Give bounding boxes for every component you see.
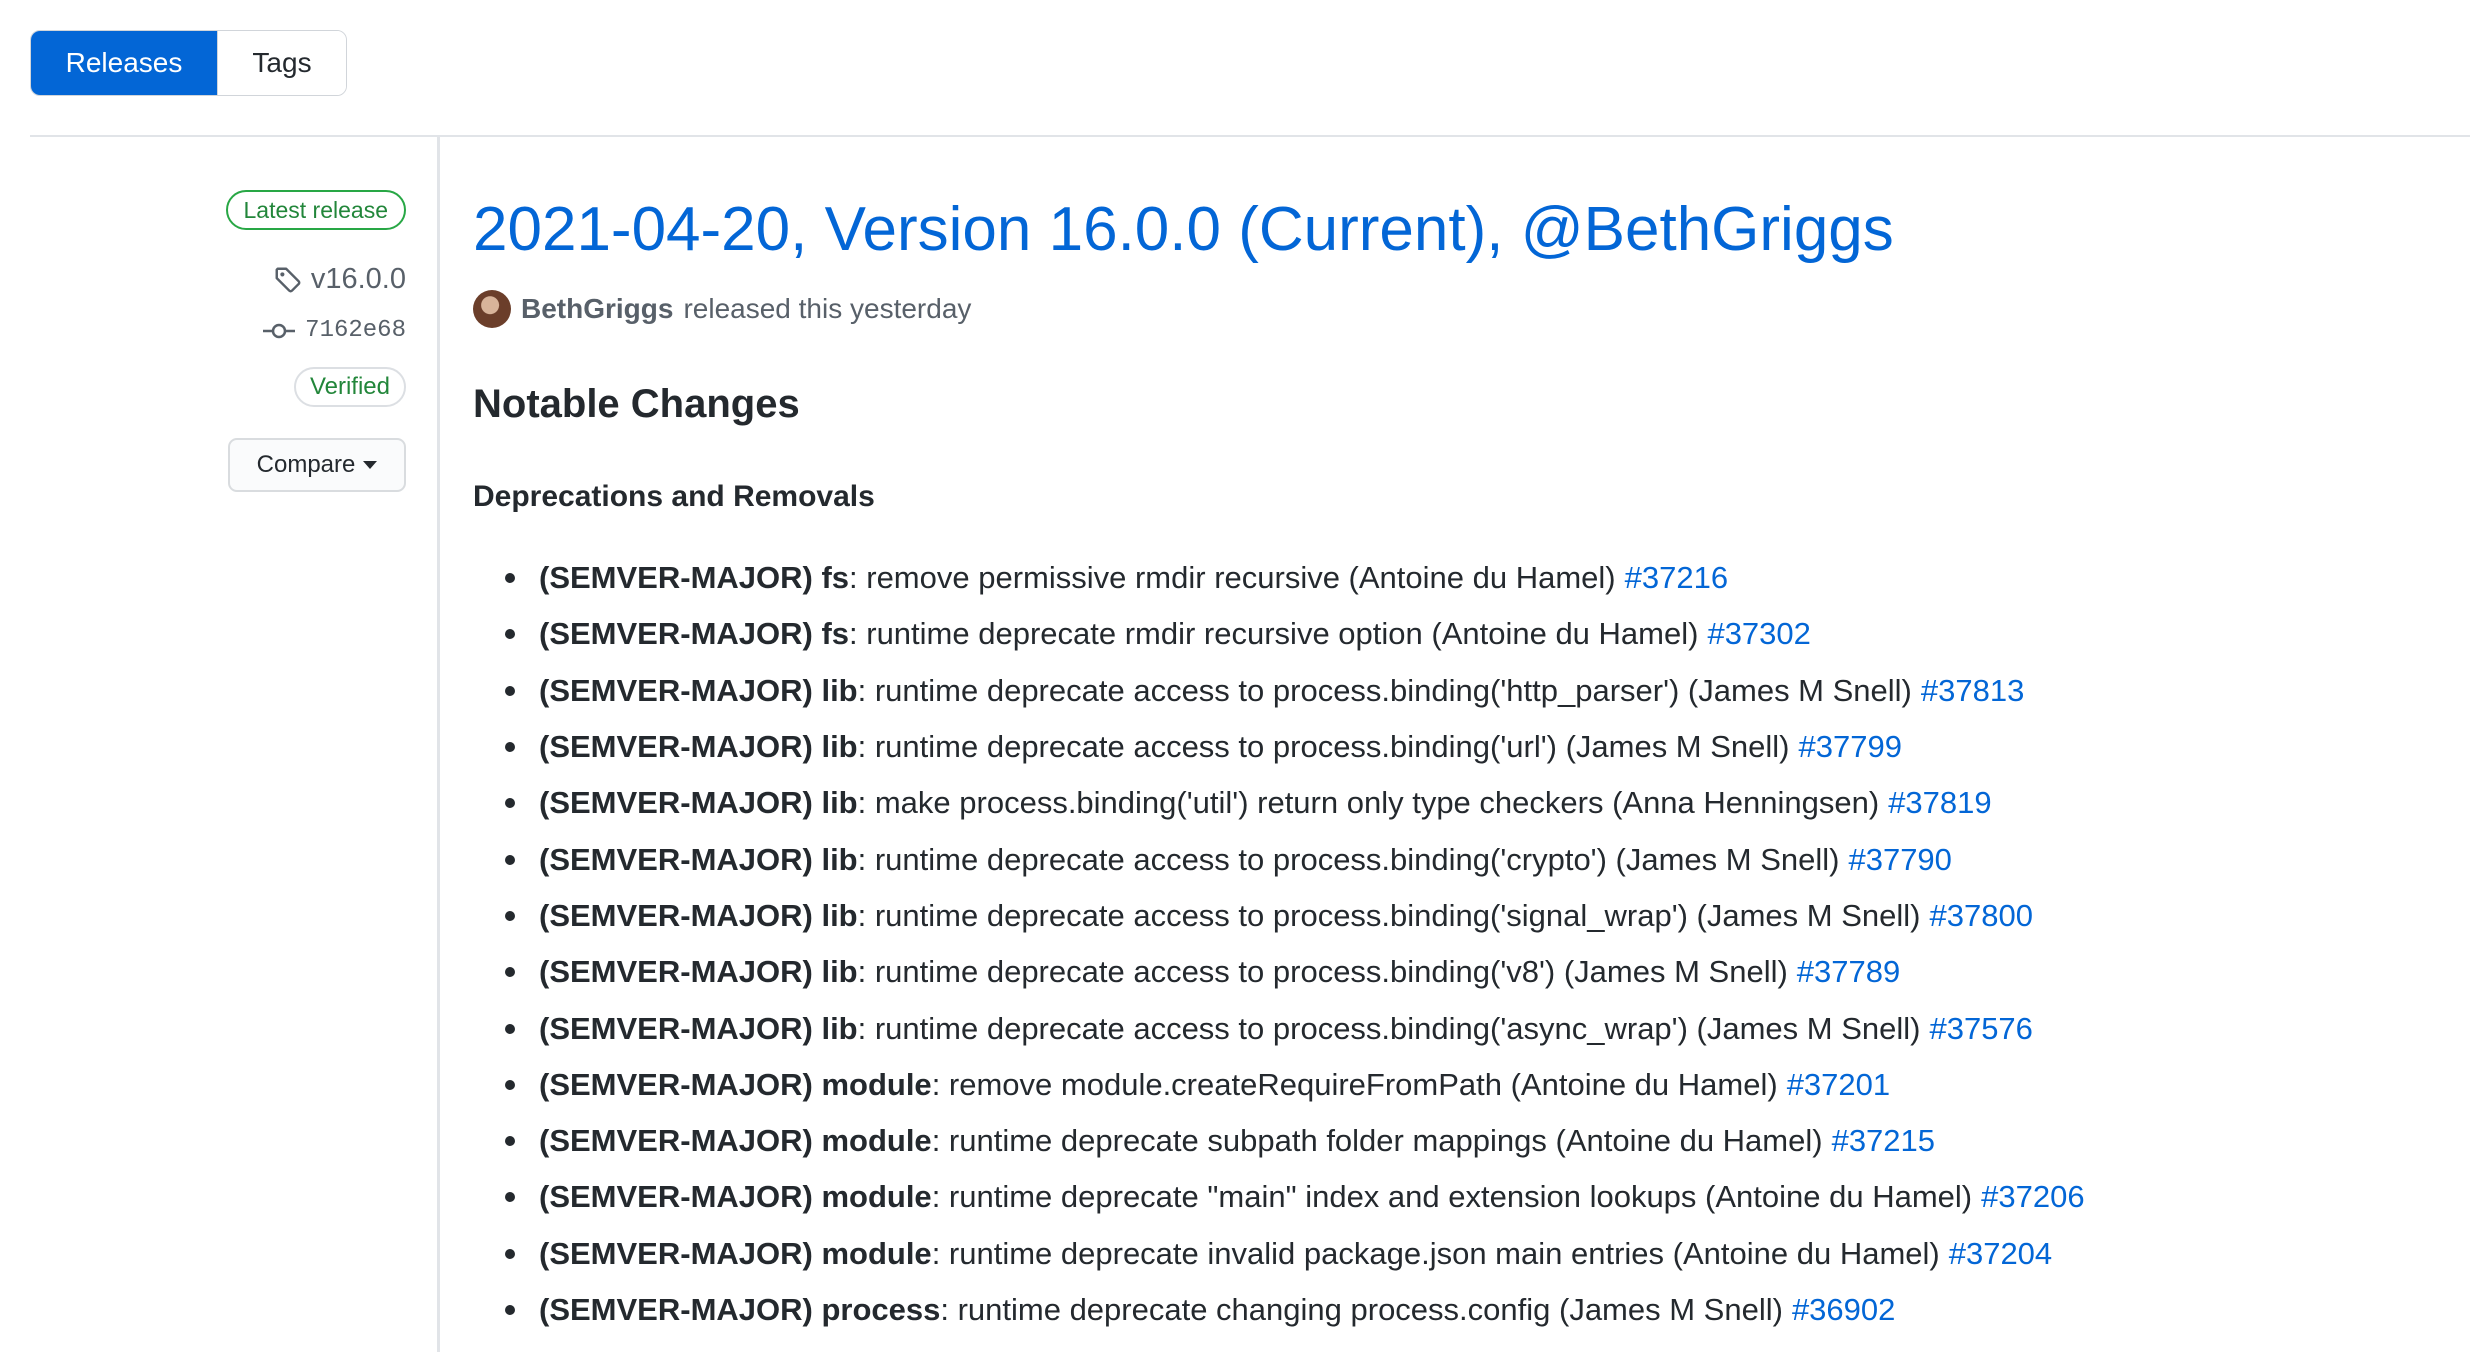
compare-button[interactable]: Compare: [228, 438, 406, 492]
bullet-icon: [505, 854, 515, 865]
pr-link[interactable]: #37215: [1832, 1123, 1935, 1159]
change-scope: (SEMVER-MAJOR) lib: [539, 841, 858, 877]
change-description: : runtime deprecate access to process.bi…: [857, 672, 1912, 708]
pr-link[interactable]: #37206: [1981, 1179, 2084, 1215]
release-byline: BethGriggs released this yesterday: [473, 290, 971, 328]
changes-list: (SEMVER-MAJOR) fs: remove permissive rmd…: [473, 550, 2085, 1338]
change-scope: (SEMVER-MAJOR) module: [539, 1123, 932, 1159]
change-scope: (SEMVER-MAJOR) lib: [539, 729, 858, 765]
sidebar-divider: [437, 137, 440, 1352]
bullet-icon: [505, 1192, 515, 1203]
bullet-icon: [505, 685, 515, 696]
pr-link[interactable]: #36902: [1792, 1292, 1895, 1328]
tag-icon: [275, 267, 301, 292]
change-scope: (SEMVER-MAJOR) lib: [539, 954, 858, 990]
bullet-icon: [505, 1023, 515, 1034]
change-scope: (SEMVER-MAJOR) lib: [539, 1010, 858, 1046]
list-item: (SEMVER-MAJOR) lib: runtime deprecate ac…: [473, 1000, 2085, 1056]
bullet-icon: [505, 629, 515, 640]
change-description: : runtime deprecate subpath folder mappi…: [931, 1123, 1823, 1159]
bullet-icon: [505, 910, 515, 921]
bullet-icon: [505, 1079, 515, 1090]
list-item: (SEMVER-MAJOR) lib: runtime deprecate ac…: [473, 719, 2085, 775]
latest-release-badge: Latest release: [225, 190, 406, 230]
change-description: : runtime deprecate access to process.bi…: [857, 841, 1840, 877]
change-description: : runtime deprecate access to process.bi…: [857, 1010, 1921, 1046]
commit-icon: [263, 323, 296, 338]
change-scope: (SEMVER-MAJOR) lib: [539, 672, 858, 708]
compare-label: Compare: [256, 451, 356, 478]
list-item: (SEMVER-MAJOR) fs: remove permissive rmd…: [473, 550, 2085, 606]
list-item: (SEMVER-MAJOR) module: runtime deprecate…: [473, 1169, 2085, 1225]
pr-link[interactable]: #37302: [1707, 616, 1810, 652]
section-heading: Notable Changes: [473, 382, 800, 426]
release-title[interactable]: 2021-04-20, Version 16.0.0 (Current), @B…: [473, 193, 1894, 267]
pr-link[interactable]: #37819: [1888, 785, 1991, 821]
bullet-icon: [505, 967, 515, 978]
list-item: (SEMVER-MAJOR) fs: runtime deprecate rmd…: [473, 606, 2085, 662]
bullet-icon: [505, 798, 515, 809]
change-scope: (SEMVER-MAJOR) lib: [539, 785, 858, 821]
bullet-icon: [505, 1305, 515, 1315]
pr-link[interactable]: #37576: [1929, 1011, 2032, 1047]
commit-link[interactable]: 7162e68: [263, 317, 406, 344]
pr-link[interactable]: #37800: [1929, 898, 2032, 934]
commit-hash: 7162e68: [305, 317, 406, 344]
change-description: : runtime deprecate access to process.bi…: [857, 954, 1788, 990]
list-item: (SEMVER-MAJOR) lib: runtime deprecate ac…: [473, 663, 2085, 719]
pr-link[interactable]: #37813: [1921, 673, 2024, 709]
change-description: : remove module.createRequireFromPath (A…: [931, 1066, 1778, 1102]
change-scope: (SEMVER-MAJOR) lib: [539, 897, 858, 933]
header-divider: [30, 135, 2470, 137]
change-description: : runtime deprecate "main" index and ext…: [931, 1179, 1973, 1215]
change-description: : runtime deprecate invalid package.json…: [931, 1235, 1940, 1271]
pr-link[interactable]: #37790: [1848, 842, 1951, 878]
bullet-icon: [505, 742, 515, 753]
change-description: : runtime deprecate changing process.con…: [940, 1292, 1783, 1327]
bullet-icon: [505, 1248, 515, 1259]
release-tabs: Releases Tags: [30, 30, 347, 96]
list-item: (SEMVER-MAJOR) process: runtime deprecat…: [473, 1282, 2085, 1338]
list-item: (SEMVER-MAJOR) module: remove module.cre…: [473, 1057, 2085, 1113]
change-description: : runtime deprecate access to process.bi…: [857, 897, 1921, 933]
list-item: (SEMVER-MAJOR) module: runtime deprecate…: [473, 1226, 2085, 1282]
tag-link[interactable]: v16.0.0: [273, 263, 406, 296]
verified-badge[interactable]: Verified: [293, 367, 406, 407]
change-scope: (SEMVER-MAJOR) module: [539, 1179, 932, 1215]
change-description: : remove permissive rmdir recursive (Ant…: [849, 560, 1616, 596]
caret-down-icon: [363, 461, 378, 469]
author-link[interactable]: BethGriggs: [521, 293, 673, 325]
bullet-icon: [505, 573, 515, 584]
list-item: (SEMVER-MAJOR) lib: runtime deprecate ac…: [473, 831, 2085, 887]
tab-releases[interactable]: Releases: [31, 31, 217, 95]
list-item: (SEMVER-MAJOR) lib: make process.binding…: [473, 775, 2085, 831]
change-description: : runtime deprecate access to process.bi…: [857, 729, 1790, 765]
change-scope: (SEMVER-MAJOR) module: [539, 1066, 932, 1102]
pr-link[interactable]: #37201: [1787, 1067, 1890, 1103]
change-scope: (SEMVER-MAJOR) fs: [539, 560, 850, 596]
change-scope: (SEMVER-MAJOR) fs: [539, 616, 850, 652]
tab-tags[interactable]: Tags: [217, 31, 346, 95]
list-item: (SEMVER-MAJOR) module: runtime deprecate…: [473, 1113, 2085, 1169]
pr-link[interactable]: #37204: [1949, 1236, 2052, 1272]
tag-name: v16.0.0: [310, 263, 406, 295]
bullet-icon: [505, 1136, 515, 1147]
list-item: (SEMVER-MAJOR) lib: runtime deprecate ac…: [473, 888, 2085, 944]
change-description: : runtime deprecate rmdir recursive opti…: [849, 616, 1699, 652]
subsection-heading: Deprecations and Removals: [473, 480, 875, 513]
pr-link[interactable]: #37799: [1799, 729, 1902, 765]
pr-link[interactable]: #37216: [1625, 560, 1728, 596]
change-scope: (SEMVER-MAJOR) module: [539, 1235, 932, 1271]
pr-link[interactable]: #37789: [1797, 954, 1900, 990]
change-description: : make process.binding('util') return on…: [857, 785, 1880, 821]
avatar[interactable]: [473, 290, 511, 328]
list-item: (SEMVER-MAJOR) lib: runtime deprecate ac…: [473, 944, 2085, 1000]
released-text: released this yesterday: [683, 293, 972, 324]
change-scope: (SEMVER-MAJOR) process: [539, 1292, 941, 1327]
